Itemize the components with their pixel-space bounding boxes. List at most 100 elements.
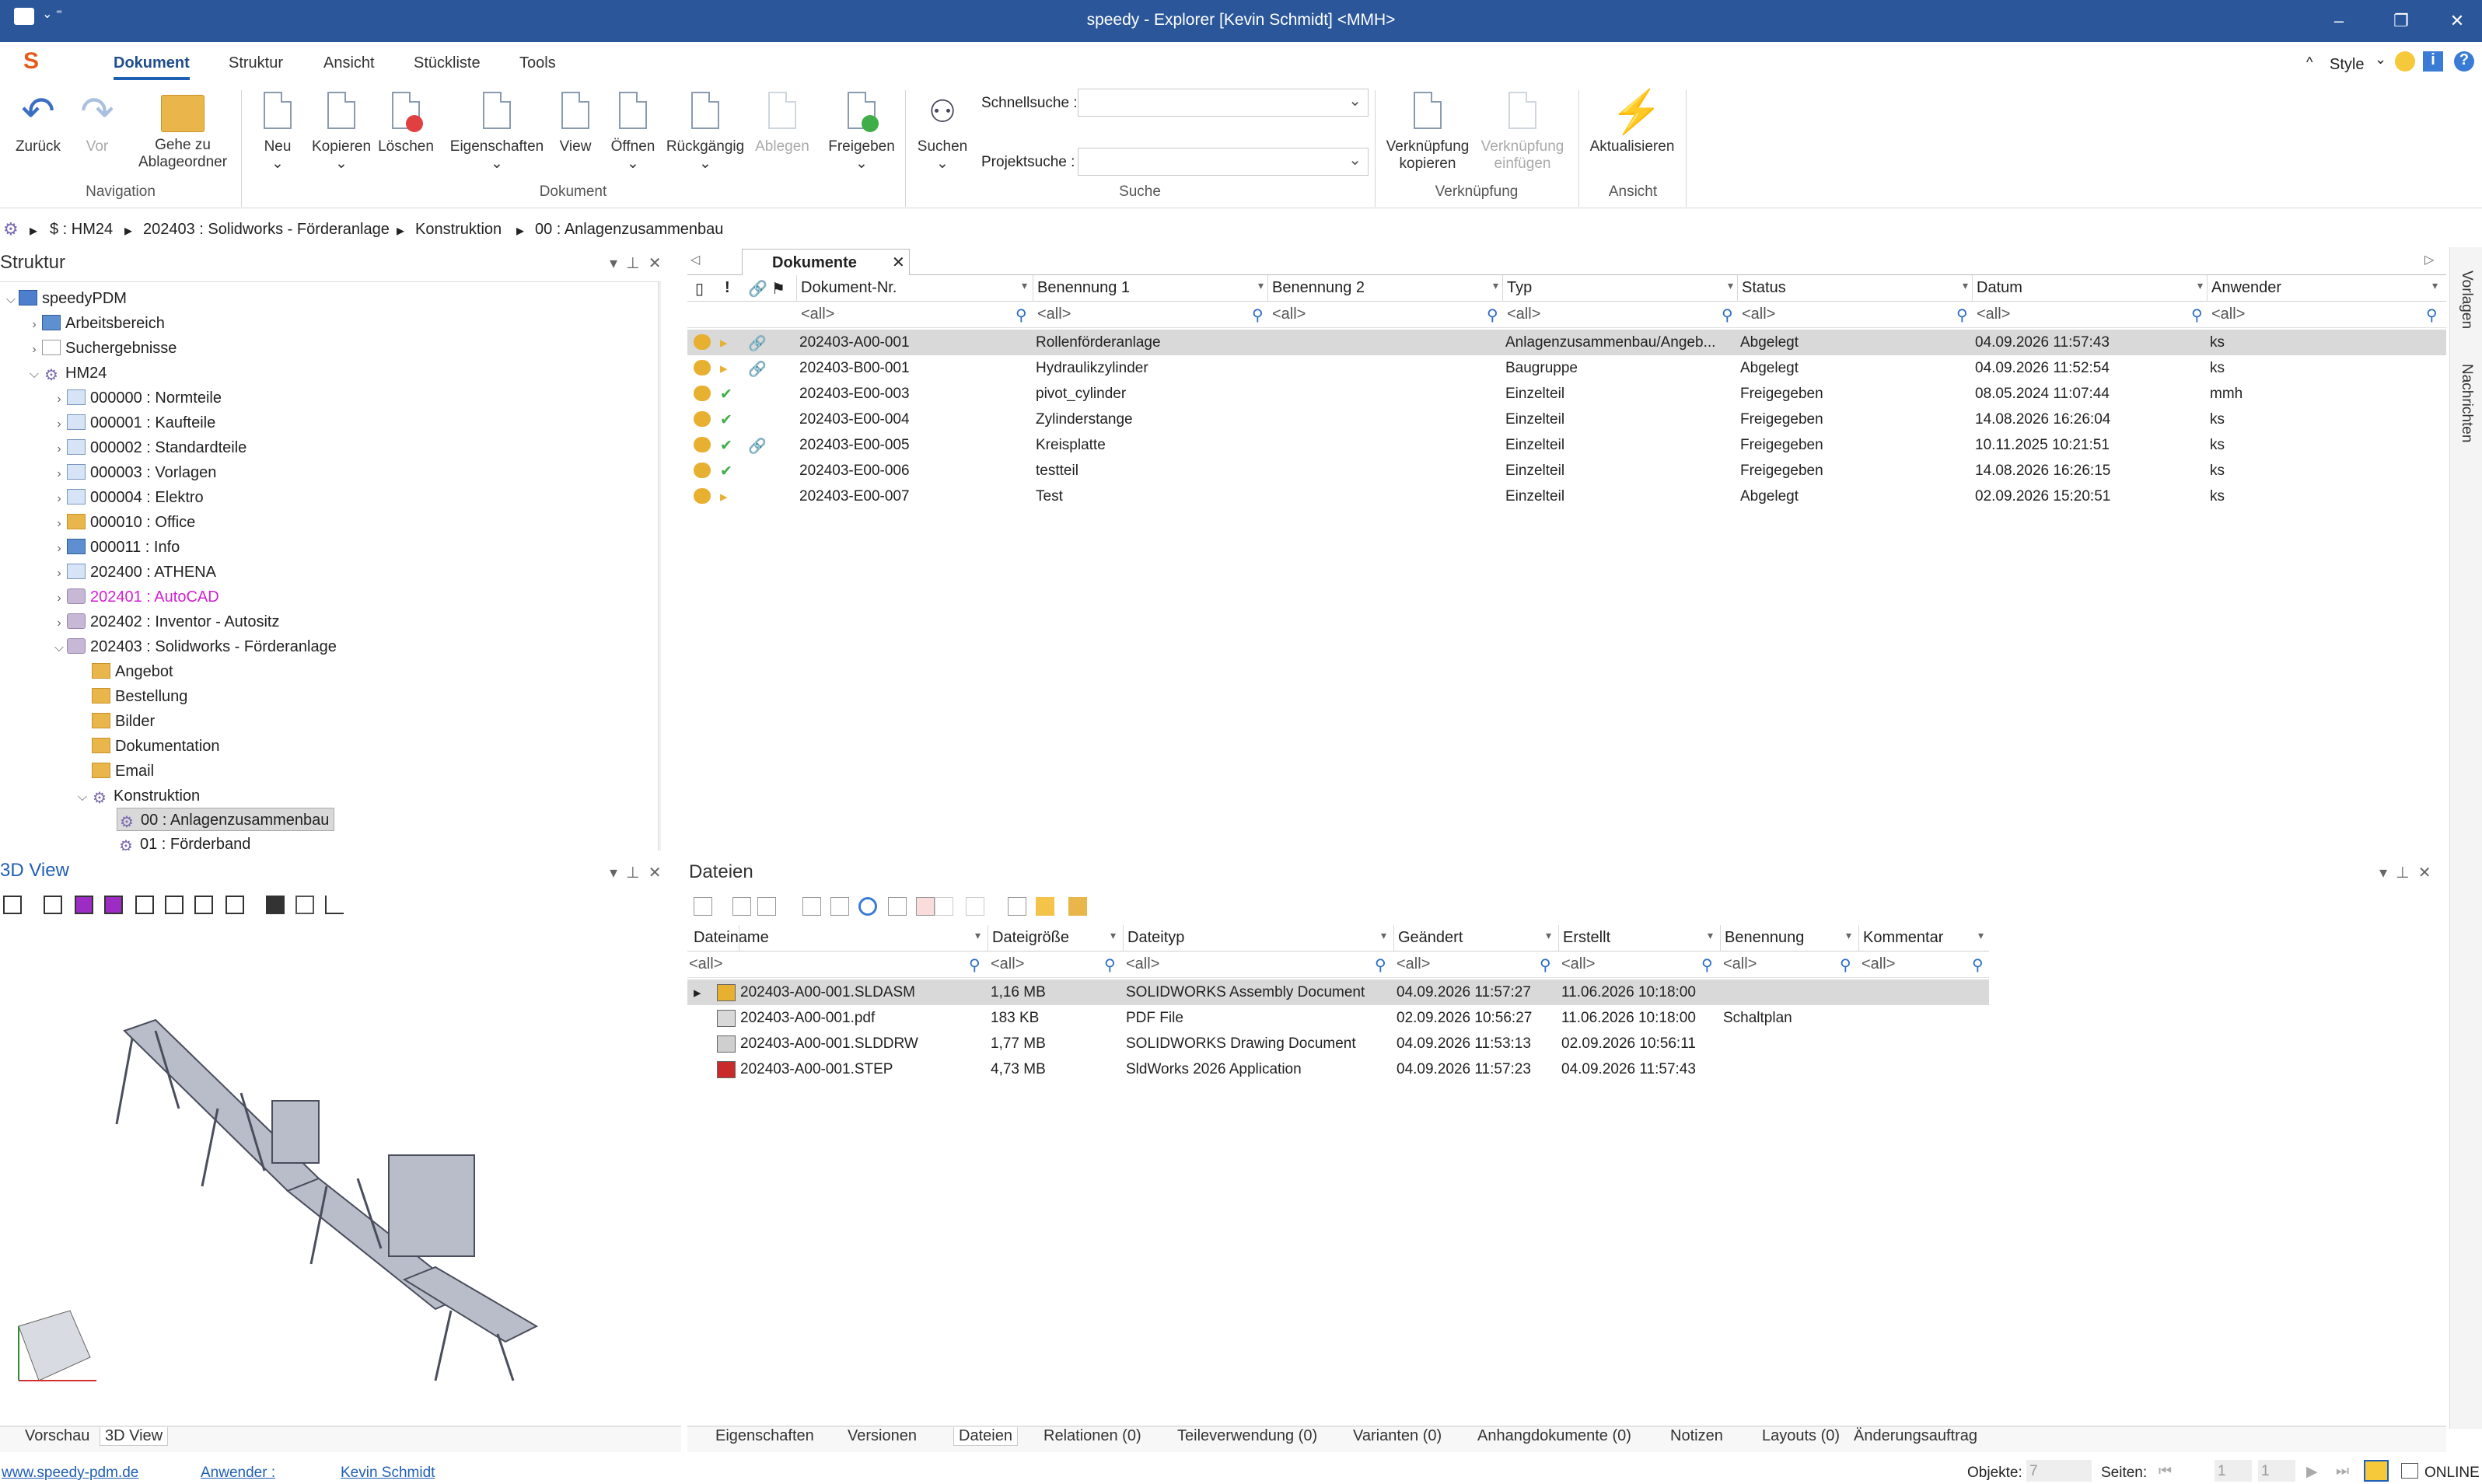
- tab-versionen[interactable]: Versionen: [848, 1427, 917, 1445]
- column-header[interactable]: Dokument-Nr.: [801, 279, 897, 297]
- filter-cell[interactable]: <all>: [801, 306, 834, 323]
- folder-open-icon[interactable]: [1036, 897, 1054, 916]
- expand-icon[interactable]: ›: [51, 512, 67, 536]
- tab-anhangdokumente[interactable]: Anhangdokumente (0): [1477, 1427, 1631, 1445]
- table-row[interactable]: ▸ 202403-A00-001.SLDASM 1,16 MB SOLIDWORKS …: [687, 979, 1989, 1005]
- projectsearch-combo[interactable]: [1078, 148, 1369, 176]
- tree-node-hm24[interactable]: ⌵ ⚙ HM24: [26, 361, 107, 385]
- copy-file-icon[interactable]: [935, 897, 953, 916]
- tree-node-autocad[interactable]: › 202401 : AutoCAD: [51, 585, 219, 609]
- properties-button[interactable]: Eigenschaften ⌄: [448, 90, 546, 173]
- scroll-left-icon[interactable]: ◁: [690, 252, 700, 267]
- column-header[interactable]: Status: [1742, 279, 1786, 297]
- new-button[interactable]: Neu ⌄: [250, 90, 305, 173]
- tree-node[interactable]: › 202400 : ATHENA: [51, 560, 216, 584]
- cube-iso-icon[interactable]: [225, 896, 244, 914]
- collapse-ribbon-icon[interactable]: ^: [2306, 54, 2312, 71]
- column-header[interactable]: Datum: [1977, 279, 2022, 297]
- column-separator[interactable]: [1502, 275, 1503, 302]
- column-header[interactable]: Dateityp: [1127, 929, 1184, 947]
- column-menu-icon[interactable]: ▾: [1728, 279, 1733, 292]
- first-page-icon[interactable]: ⏮: [2159, 1463, 2172, 1480]
- tab-vorschau[interactable]: Vorschau: [25, 1427, 89, 1445]
- column-menu-icon[interactable]: ▾: [1846, 929, 1851, 942]
- column-separator[interactable]: [1972, 275, 1973, 302]
- breadcrumb-item[interactable]: $ : HM24: [50, 221, 113, 239]
- open-button[interactable]: Öffnen ⌄: [603, 90, 662, 173]
- gear-icon[interactable]: ⚙: [3, 219, 19, 239]
- filter-search-icon[interactable]: ⚲: [2191, 306, 2203, 325]
- filter-cell[interactable]: <all>: [1126, 955, 1159, 973]
- filter-search-icon[interactable]: ⚲: [1701, 955, 1713, 975]
- filter-cell[interactable]: <all>: [1037, 306, 1071, 323]
- filter-search-icon[interactable]: ⚲: [1840, 955, 1851, 975]
- expand-icon[interactable]: ›: [51, 463, 67, 486]
- column-separator[interactable]: [1123, 925, 1124, 952]
- side-tab-vorlagen[interactable]: Vorlagen: [2458, 271, 2475, 329]
- style-dropdown-icon[interactable]: ⌄: [2375, 51, 2386, 68]
- column-menu-icon[interactable]: ▾: [1546, 929, 1551, 942]
- expand-icon[interactable]: ›: [51, 612, 67, 635]
- filter-search-icon[interactable]: ⚲: [1104, 955, 1116, 975]
- filter-search-icon[interactable]: ⚲: [1972, 955, 1984, 975]
- back-button[interactable]: ↶ Zurück: [11, 90, 65, 155]
- filter-cell[interactable]: <all>: [1507, 306, 1540, 323]
- filter-search-icon[interactable]: ⚲: [969, 955, 981, 975]
- column-header[interactable]: Erstellt: [1563, 929, 1610, 947]
- tree-node-root[interactable]: ⌵ speedyPDM: [3, 287, 127, 310]
- column-header[interactable]: Typ: [1507, 279, 1532, 297]
- scroll-right-icon[interactable]: ▷: [2424, 252, 2434, 267]
- column-menu-icon[interactable]: ▾: [1381, 929, 1386, 942]
- filter-search-icon[interactable]: ⚲: [1956, 306, 1968, 325]
- close-tab-icon[interactable]: ✕: [892, 253, 905, 272]
- scroll-down-icon[interactable]: ▼: [659, 839, 661, 850]
- edit-file-icon[interactable]: [694, 897, 712, 916]
- column-separator[interactable]: [1267, 275, 1268, 302]
- column-menu-icon[interactable]: ▾: [1258, 279, 1264, 292]
- quicksearch-combo[interactable]: [1078, 89, 1369, 117]
- column-separator[interactable]: [796, 275, 797, 302]
- expand-row-icon[interactable]: ▸: [694, 984, 701, 1002]
- column-header[interactable]: Kommentar: [1863, 929, 1943, 947]
- expand-icon[interactable]: ›: [51, 562, 67, 585]
- collapse-icon[interactable]: ⌵: [3, 288, 19, 312]
- column-menu-icon[interactable]: ▾: [975, 929, 981, 942]
- tab-eigenschaften[interactable]: Eigenschaften: [715, 1427, 814, 1445]
- table-row[interactable]: ✔ 202403-E00-003 pivot_cylinder Einzelteil F…: [687, 381, 2446, 407]
- table-row[interactable]: ✔ 202403-E00-006 testteil Einzelteil Freigeg…: [687, 458, 2446, 484]
- column-menu-icon[interactable]: ▾: [1110, 929, 1116, 942]
- paste-link-button[interactable]: Verknüpfung einfügen: [1476, 90, 1569, 173]
- side-tab-nachrichten[interactable]: Nachrichten: [2458, 364, 2475, 442]
- column-menu-icon[interactable]: ▾: [1978, 929, 1984, 942]
- column-separator[interactable]: [1393, 925, 1394, 952]
- tab-stueckliste[interactable]: Stückliste: [414, 54, 481, 72]
- column-header[interactable]: Benennung 1: [1037, 279, 1130, 297]
- help-icon[interactable]: ?: [2454, 51, 2474, 72]
- column-separator[interactable]: [1858, 925, 1859, 952]
- paste-file-icon[interactable]: [966, 897, 984, 916]
- tree-node[interactable]: ⚙ 01 : Förderband: [117, 833, 250, 850]
- tree-node-suchergebnisse[interactable]: › Suchergebnisse: [26, 337, 177, 360]
- tab-notizen[interactable]: Notizen: [1670, 1427, 1723, 1445]
- panel-controls[interactable]: ▾ ⊥ ✕: [2379, 863, 2431, 882]
- restore-button[interactable]: ❐: [2386, 8, 2417, 34]
- filter-cell[interactable]: <all>: [1561, 955, 1595, 973]
- refresh-icon[interactable]: [858, 897, 877, 916]
- cube-right-icon[interactable]: [194, 896, 213, 914]
- view-button[interactable]: View: [552, 90, 599, 155]
- expand-icon[interactable]: ›: [51, 587, 67, 610]
- filter-cell[interactable]: <all>: [1862, 955, 1895, 973]
- delete-button[interactable]: Löschen: [375, 90, 437, 155]
- column-menu-icon[interactable]: ▾: [2197, 279, 2203, 292]
- column-menu-icon[interactable]: ▾: [1022, 279, 1027, 292]
- tab-ansicht[interactable]: Ansicht: [323, 54, 375, 72]
- tree-node[interactable]: › 000010 : Office: [51, 511, 195, 534]
- tab-3d-view[interactable]: 3D View: [100, 1427, 169, 1446]
- tree-node-selected[interactable]: ⚙ 00 : Anlagenzusammenbau: [117, 808, 335, 831]
- filter-cell[interactable]: <all>: [1723, 955, 1757, 973]
- table-row[interactable]: 202403-A00-001.STEP 4,73 MB SldWorks 2026 …: [687, 1056, 1989, 1082]
- cube-top-icon[interactable]: [104, 896, 123, 914]
- assembly-tree-icon[interactable]: [295, 896, 314, 914]
- filter-search-icon[interactable]: ⚲: [1375, 955, 1386, 975]
- table-row[interactable]: ▸ 202403-E00-007 Test Einzelteil Abgelegt 02.…: [687, 484, 2446, 509]
